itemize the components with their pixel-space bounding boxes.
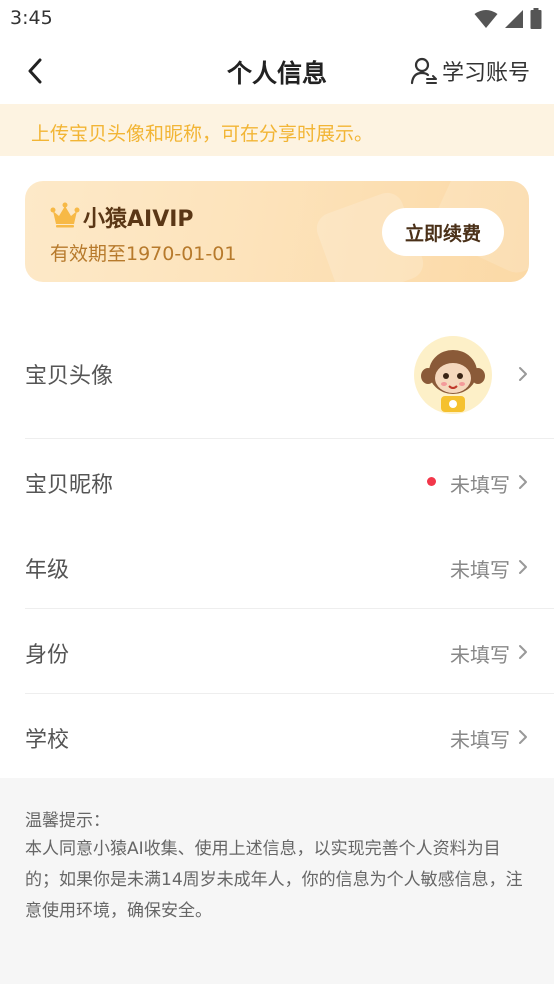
study-account-button[interactable]: 学习账号 (410, 55, 530, 87)
crown-icon (50, 202, 80, 228)
chevron-right-icon (519, 367, 527, 381)
tip-text: 上传宝贝头像和昵称，可在分享时展示。 (31, 123, 374, 145)
nickname-row[interactable]: 宝贝昵称 未填写 (0, 439, 554, 524)
school-row-label: 学校 (25, 728, 70, 753)
chevron-right-icon (519, 730, 527, 744)
account-switch-icon (410, 57, 437, 85)
nickname-row-label: 宝贝昵称 (25, 473, 114, 498)
avatar[interactable] (414, 336, 492, 414)
monkey-mascot-icon (421, 350, 485, 412)
tip-banner: 上传宝贝头像和昵称，可在分享时展示。 (0, 104, 554, 156)
renew-button[interactable]: 立即续费 (382, 208, 504, 256)
grade-row[interactable]: 年级 未填写 (0, 524, 554, 609)
vip-expiry: 有效期至1970-01-01 (50, 243, 237, 265)
avatar-row-label: 宝贝头像 (25, 364, 114, 389)
chevron-right-icon (519, 645, 527, 659)
signal-icon (505, 9, 523, 28)
school-row[interactable]: 学校 未填写 (0, 694, 554, 778)
status-time: 3:45 (10, 7, 53, 29)
grade-row-label: 年级 (25, 558, 70, 583)
study-account-label: 学习账号 (441, 61, 530, 86)
vip-card: 小猿AIVIP 有效期至1970-01-01 立即续费 (25, 181, 529, 282)
wifi-icon (474, 9, 498, 28)
grade-value: 未填写 (450, 558, 510, 582)
vip-title: 小猿AIVIP (83, 207, 194, 232)
chevron-right-icon (519, 475, 527, 489)
identity-row[interactable]: 身份 未填写 (0, 609, 554, 694)
identity-row-label: 身份 (25, 643, 70, 668)
required-dot (427, 477, 436, 486)
nickname-value: 未填写 (450, 473, 510, 497)
privacy-notice: 温馨提示： 本人同意小猿AI收集、使用上述信息，以实现完善个人资料为目的；如果你… (0, 778, 554, 984)
status-icons (474, 8, 542, 29)
identity-value: 未填写 (450, 643, 510, 667)
school-value: 未填写 (450, 728, 510, 752)
battery-icon (530, 8, 542, 29)
nav-bar: 个人信息 学习账号 (0, 38, 554, 104)
chevron-right-icon (519, 560, 527, 574)
notice-body: 本人同意小猿AI收集、使用上述信息，以实现完善个人资料为目的；如果你是未满14周… (25, 839, 523, 921)
notice-title: 温馨提示： (25, 811, 110, 831)
status-bar: 3:45 (0, 0, 554, 38)
